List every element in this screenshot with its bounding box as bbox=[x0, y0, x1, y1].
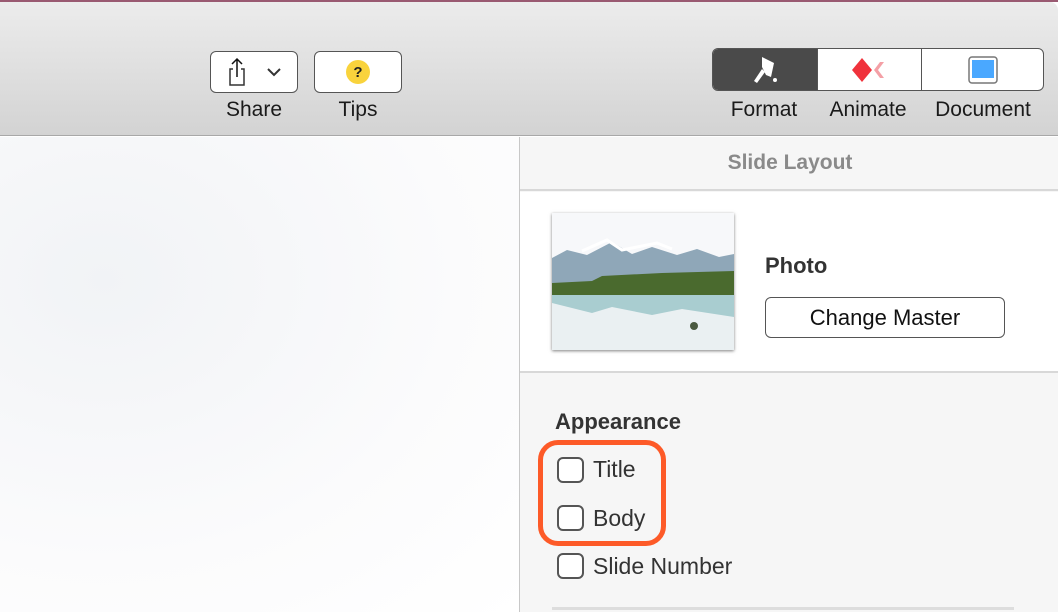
tab-document-label: Document bbox=[935, 98, 1031, 121]
share-icon bbox=[229, 57, 245, 86]
appearance-heading: Appearance bbox=[555, 409, 681, 434]
paintbrush-icon bbox=[754, 56, 777, 83]
question-icon: ? bbox=[346, 60, 370, 84]
mountain-lake-image bbox=[552, 213, 734, 350]
panel-title: Slide Layout bbox=[520, 137, 1058, 191]
share-button[interactable] bbox=[210, 51, 298, 93]
slide-number-checkbox[interactable] bbox=[557, 553, 584, 579]
tab-animate-label: Animate bbox=[829, 98, 907, 121]
tab-document[interactable] bbox=[921, 49, 1043, 90]
slide-canvas[interactable] bbox=[0, 137, 519, 612]
format-panel: Slide Layout Photo Change Master Appeara… bbox=[519, 137, 1058, 612]
slide-number-checkbox-label[interactable]: Slide Number bbox=[593, 553, 732, 580]
tab-format[interactable] bbox=[713, 49, 817, 90]
master-name: Photo bbox=[765, 253, 828, 278]
highlight-annotation bbox=[538, 440, 666, 546]
section-divider bbox=[552, 607, 1014, 610]
change-master-button[interactable]: Change Master bbox=[765, 297, 1005, 338]
share-label: Share bbox=[225, 98, 283, 121]
tab-animate[interactable] bbox=[817, 49, 921, 90]
master-section: Photo Change Master bbox=[520, 192, 1058, 373]
inspector-tabs bbox=[712, 48, 1044, 91]
master-thumbnail[interactable] bbox=[552, 213, 734, 350]
tips-button[interactable]: ? bbox=[314, 51, 402, 93]
tab-format-label: Format bbox=[730, 98, 798, 121]
animate-diamond-icon bbox=[851, 57, 884, 82]
chevron-down-icon bbox=[267, 68, 281, 77]
toolbar: ? Share Tips Format Animate Document bbox=[0, 2, 1058, 136]
document-icon bbox=[967, 55, 998, 84]
tips-label: Tips bbox=[338, 98, 378, 121]
